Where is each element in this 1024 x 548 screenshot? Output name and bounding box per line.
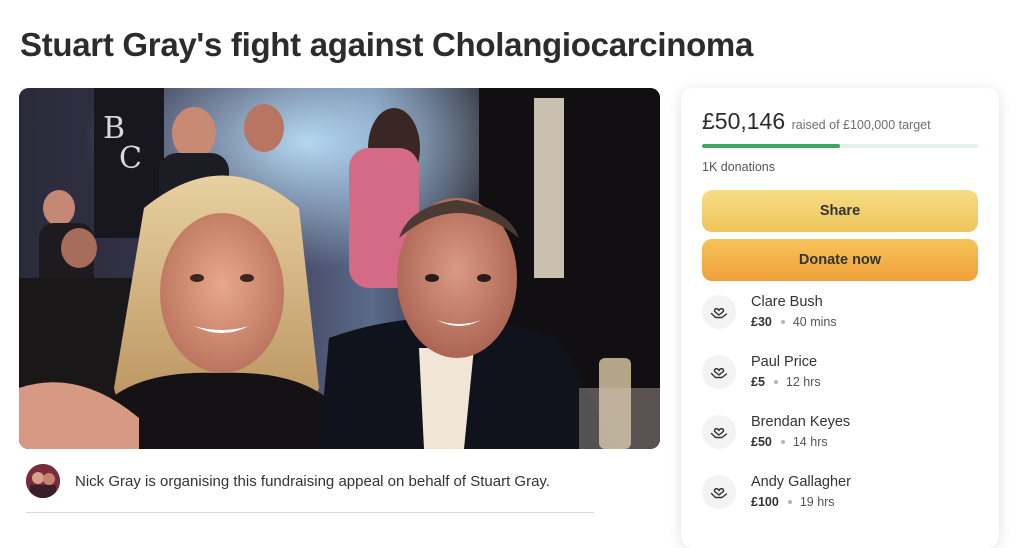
donor-name: Andy Gallagher [751,474,851,490]
progress-fill [702,144,841,148]
organiser-avatar[interactable] [26,464,60,498]
raised-summary: £50,146 raised of £100,000 target [702,108,931,135]
raised-amount: £50,146 [702,108,786,134]
donation-amount: £50 [751,435,772,449]
donation-meta: £100 19 hrs [751,495,835,509]
raised-target-text: raised of £100,000 target [791,118,931,132]
donation-amount: £30 [751,315,772,329]
separator-dot [773,379,778,384]
donation-card: £50,146 raised of £100,000 target 1K don… [681,88,999,548]
heart-hands-icon [702,295,736,329]
donation-amount: £5 [751,375,765,389]
donation-meta: £5 12 hrs [751,375,821,389]
separator-dot [780,319,785,324]
donation-item: Brendan Keyes £50 14 hrs [702,414,978,458]
heart-hands-icon [702,415,736,449]
page-title: Stuart Gray's fight against Cholangiocar… [20,26,754,63]
donation-item: Clare Bush £30 40 mins [702,294,978,338]
donation-time: 40 mins [792,315,837,329]
donor-name: Paul Price [751,354,818,370]
organiser-row: Nick Gray is organising this fundraising… [26,464,594,513]
share-button[interactable]: Share [702,190,978,232]
donation-item: Andy Gallagher £100 19 hrs [702,474,978,518]
donation-meta: £30 40 mins [751,315,837,329]
donation-amount: £100 [751,495,779,509]
separator-dot [780,439,785,444]
organiser-text: Nick Gray is organising this fundraising… [75,473,550,490]
donate-now-button[interactable]: Donate now [702,239,978,281]
donation-meta: £50 14 hrs [751,435,828,449]
donation-time: 19 hrs [799,495,835,509]
campaign-photo: B C [19,88,660,449]
svg-text:C: C [119,141,142,176]
heart-hands-icon [702,355,736,389]
donation-time: 12 hrs [785,375,821,389]
heart-hands-icon [702,475,736,509]
donation-item: Paul Price £5 12 hrs [702,354,978,398]
donor-name: Clare Bush [751,294,823,310]
progress-bar [702,144,978,148]
separator-dot [787,499,792,504]
donor-name: Brendan Keyes [751,414,851,430]
donations-count: 1K donations [702,160,775,174]
donation-time: 14 hrs [792,435,828,449]
